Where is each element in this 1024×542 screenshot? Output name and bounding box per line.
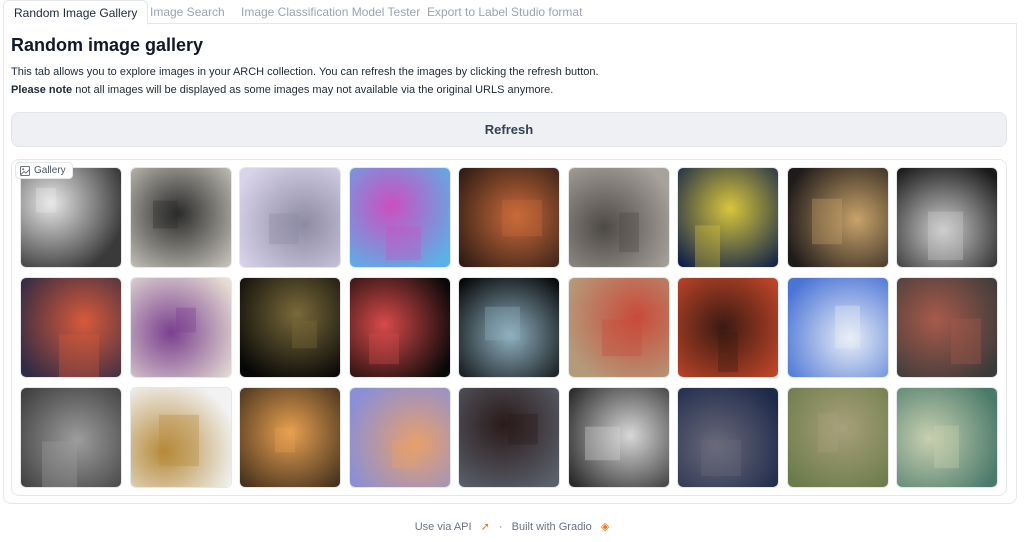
note-label: Please note	[11, 84, 73, 96]
image-icon	[20, 165, 30, 176]
tab-image-search[interactable]: Image Search	[150, 0, 225, 24]
note-body: not all images will be displayed as some…	[72, 84, 554, 96]
note-text: Please note not all images will be displ…	[11, 84, 553, 96]
description-text: This tab allows you to explore images in…	[11, 66, 599, 78]
gallery-thumbnail[interactable]	[239, 387, 341, 488]
gallery-thumbnail[interactable]	[458, 387, 560, 488]
gallery: Gallery	[11, 159, 1007, 496]
gallery-thumbnail[interactable]	[348, 277, 451, 378]
gallery-thumbnail[interactable]	[20, 167, 122, 268]
gallery-thumbnail[interactable]	[20, 387, 122, 488]
gallery-thumbnail[interactable]	[458, 167, 560, 268]
built-with-gradio-link[interactable]: Built with Gradio	[512, 521, 592, 533]
gallery-thumbnail[interactable]	[786, 167, 889, 268]
tab-bar: Random Image Gallery Image Search Image …	[3, 0, 1017, 25]
gallery-thumbnail[interactable]	[458, 277, 560, 378]
gallery-thumbnail[interactable]	[677, 277, 779, 378]
gallery-thumbnail[interactable]	[896, 277, 998, 378]
gallery-thumbnail[interactable]	[567, 167, 670, 268]
gallery-thumbnail[interactable]	[567, 387, 670, 488]
gallery-thumbnail[interactable]	[20, 277, 122, 378]
gallery-thumbnail[interactable]	[786, 387, 889, 488]
gallery-thumbnail[interactable]	[567, 277, 670, 378]
gallery-thumbnail[interactable]	[896, 387, 998, 488]
gallery-thumbnail[interactable]	[896, 167, 998, 268]
gallery-thumbnail[interactable]	[239, 167, 341, 268]
gallery-thumbnail[interactable]	[129, 277, 232, 378]
footer: Use via API ➚ · Built with Gradio ◈	[0, 520, 1024, 533]
rocket-icon: ➚	[480, 521, 490, 533]
gallery-thumbnail[interactable]	[239, 277, 341, 378]
footer-separator: ·	[498, 521, 503, 533]
page-title: Random image gallery	[11, 35, 204, 55]
gallery-thumbnail[interactable]	[677, 167, 779, 268]
gallery-label-text: Gallery	[34, 165, 66, 176]
gradio-logo-icon: ◈	[600, 521, 610, 533]
gallery-thumbnail[interactable]	[348, 387, 451, 488]
tab-image-classification-model-tester[interactable]: Image Classification Model Tester	[241, 0, 420, 24]
gallery-thumbnail[interactable]	[129, 387, 232, 488]
use-via-api-link[interactable]: Use via API	[415, 521, 472, 533]
gallery-label: Gallery	[15, 162, 73, 179]
tab-random-image-gallery[interactable]: Random Image Gallery	[3, 0, 149, 25]
gallery-thumbnail[interactable]	[677, 387, 779, 488]
gallery-thumbnail[interactable]	[129, 167, 232, 268]
gallery-thumbnail[interactable]	[786, 277, 889, 378]
refresh-button[interactable]: Refresh	[11, 112, 1007, 147]
gallery-thumbnail[interactable]	[348, 167, 451, 268]
tab-export-label-studio[interactable]: Export to Label Studio format	[427, 0, 582, 24]
